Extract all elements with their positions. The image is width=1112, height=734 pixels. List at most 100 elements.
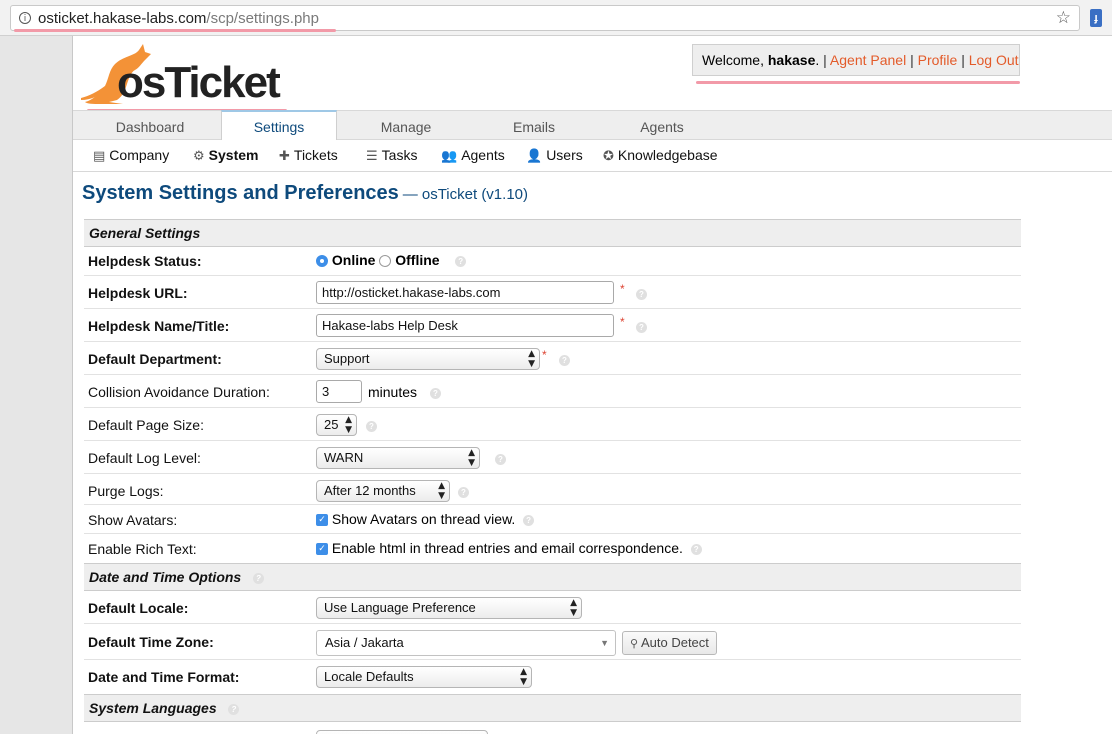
tab-settings[interactable]: Settings xyxy=(221,110,337,140)
main-tabs: Dashboard Settings Manage Emails Agents xyxy=(73,110,1112,140)
collision-input[interactable]: 3 xyxy=(316,380,362,403)
page-size-label: Default Page Size: xyxy=(88,417,204,433)
url-text[interactable]: osticket.hakase-labs.com/scp/settings.ph… xyxy=(38,10,319,27)
help-icon[interactable]: ? xyxy=(430,388,441,399)
osticket-logo[interactable]: osTicket xyxy=(79,40,289,112)
select-value: Locale Defaults xyxy=(324,669,414,684)
row-time-zone: Default Time Zone: Asia / Jakarta ▼ ⚲ Aut… xyxy=(84,624,1021,660)
log-level-label: Default Log Level: xyxy=(88,450,201,466)
log-level-select[interactable]: WARN ▲ ▼ xyxy=(316,447,480,469)
default-locale-label: Default Locale: xyxy=(88,600,189,616)
rich-text-field: ✓ Enable html in thread entries and emai… xyxy=(316,540,702,556)
row-default-locale: Default Locale: Use Language Preference ▲… xyxy=(84,591,1021,624)
subnav-users[interactable]: 👤 Users xyxy=(526,147,583,164)
help-icon[interactable]: ? xyxy=(455,255,467,267)
help-icon[interactable]: ? xyxy=(252,572,264,584)
help-icon[interactable]: ? xyxy=(366,421,377,432)
helpdesk-status-field: Online Offline ? xyxy=(316,252,467,268)
tab-emails[interactable]: Emails xyxy=(471,111,597,140)
settings-subnav: ▤ Company ⚙ System ✚ Tickets ☰ Tasks 👥 Agents… xyxy=(73,140,1112,172)
show-avatars-text: Show Avatars on thread view. xyxy=(331,511,516,527)
required-marker: * xyxy=(620,315,625,329)
address-bar[interactable]: i osticket.hakase-labs.com/scp/settings.… xyxy=(10,5,1080,31)
date-format-label: Date and Time Format: xyxy=(88,669,240,685)
offline-label: Offline xyxy=(395,252,440,268)
profile-link[interactable]: Profile xyxy=(918,52,958,68)
subnav-label: Users xyxy=(546,147,583,163)
show-avatars-checkbox[interactable]: ✓ xyxy=(316,514,328,527)
welcome-suffix: . xyxy=(815,52,820,68)
row-purge-logs: Purge Logs: After 12 months ▲ ▼ ? xyxy=(84,474,1021,505)
subnav-label: Agents xyxy=(461,147,505,163)
bookmark-star-icon[interactable]: ☆ xyxy=(1056,8,1071,28)
agent-panel-link[interactable]: Agent Panel xyxy=(830,52,906,68)
select-arrows-icon: ▲ ▼ xyxy=(528,349,535,369)
offline-radio[interactable] xyxy=(379,255,392,268)
purge-logs-select[interactable]: After 12 months ▲ ▼ xyxy=(316,480,450,502)
help-icon[interactable]: ? xyxy=(523,514,535,526)
dropdown-caret-icon: ▼ xyxy=(600,638,609,648)
online-radio[interactable] xyxy=(316,255,328,268)
agents-icon: 👥 xyxy=(441,149,458,164)
helpdesk-name-input[interactable]: Hakase-labs Help Desk xyxy=(316,314,614,337)
subnav-label: System xyxy=(208,147,259,163)
section-general-settings: General Settings xyxy=(84,219,1021,247)
language-select[interactable] xyxy=(316,730,488,734)
helpdesk-name-label: Helpdesk Name/Title: xyxy=(88,318,230,334)
subnav-company[interactable]: ▤ Company xyxy=(93,147,169,164)
row-log-level: Default Log Level: WARN ▲ ▼ ? xyxy=(84,441,1021,474)
welcome-prefix: Welcome, xyxy=(702,52,768,68)
helpdesk-url-label: Helpdesk URL: xyxy=(88,285,188,301)
help-icon[interactable]: ? xyxy=(458,487,469,498)
extension-icon[interactable]: ɟ xyxy=(1090,9,1102,27)
time-zone-label: Default Time Zone: xyxy=(88,634,214,650)
knowledgebase-icon: ✪ xyxy=(603,149,614,164)
row-helpdesk-url: Helpdesk URL: http://osticket.hakase-lab… xyxy=(84,276,1021,309)
subnav-agents[interactable]: 👥 Agents xyxy=(441,147,505,164)
default-department-select[interactable]: Support ▲ ▼ xyxy=(316,348,540,370)
separator: | xyxy=(961,52,965,68)
date-format-select[interactable]: Locale Defaults ▲ ▼ xyxy=(316,666,532,688)
logout-link[interactable]: Log Out xyxy=(969,52,1019,68)
page-size-select[interactable]: 25 ▲ ▼ xyxy=(316,414,357,436)
user-icon: 👤 xyxy=(526,149,543,164)
subnav-label: Tasks xyxy=(381,147,418,163)
help-icon[interactable]: ? xyxy=(690,543,702,555)
subnav-system[interactable]: ⚙ System xyxy=(193,147,258,164)
show-avatars-field: ✓ Show Avatars on thread view. ? xyxy=(316,511,535,527)
row-collision-duration: Collision Avoidance Duration: 3 minutes … xyxy=(84,375,1021,408)
document-icon: ▤ xyxy=(93,149,106,164)
page-container: osTicket Welcome, hakase. | Agent Panel … xyxy=(72,36,1112,734)
row-show-avatars: Show Avatars: ✓ Show Avatars on thread v… xyxy=(84,505,1021,534)
select-arrows-icon: ▲ ▼ xyxy=(570,598,577,618)
default-locale-select[interactable]: Use Language Preference ▲ ▼ xyxy=(316,597,582,619)
subnav-tasks[interactable]: ☰ Tasks xyxy=(366,147,417,164)
helpdesk-url-input[interactable]: http://osticket.hakase-labs.com xyxy=(316,281,614,304)
info-icon[interactable]: i xyxy=(19,12,31,24)
time-zone-combobox[interactable]: Asia / Jakarta ▼ xyxy=(316,630,616,656)
help-icon[interactable]: ? xyxy=(636,322,647,333)
rich-text-checkbox[interactable]: ✓ xyxy=(316,543,328,556)
select-value: After 12 months xyxy=(324,483,416,498)
tab-agents[interactable]: Agents xyxy=(597,111,727,140)
browser-toolbar: i osticket.hakase-labs.com/scp/settings.… xyxy=(0,0,1112,36)
subnav-tickets[interactable]: ✚ Tickets xyxy=(279,147,338,164)
select-value: 25 xyxy=(324,417,339,432)
auto-detect-button[interactable]: ⚲ Auto Detect xyxy=(622,631,717,655)
url-path: /scp/settings.php xyxy=(206,10,319,27)
show-avatars-label: Show Avatars: xyxy=(88,512,178,528)
help-icon[interactable]: ? xyxy=(559,355,570,366)
username: hakase xyxy=(767,52,816,68)
help-icon[interactable]: ? xyxy=(495,454,506,465)
row-languages-partial xyxy=(84,722,1021,734)
tab-dashboard[interactable]: Dashboard xyxy=(83,111,217,140)
rich-text-label: Enable Rich Text: xyxy=(88,541,197,557)
help-icon[interactable]: ? xyxy=(228,703,240,715)
separator: | xyxy=(823,52,827,68)
section-system-languages: System Languages ? xyxy=(84,694,1021,722)
help-icon[interactable]: ? xyxy=(636,289,647,300)
section-title: Date and Time Options xyxy=(89,569,242,585)
row-rich-text: Enable Rich Text: ✓ Enable html in threa… xyxy=(84,534,1021,563)
subnav-knowledgebase[interactable]: ✪ Knowledgebase xyxy=(603,147,718,164)
tab-manage[interactable]: Manage xyxy=(341,111,471,140)
